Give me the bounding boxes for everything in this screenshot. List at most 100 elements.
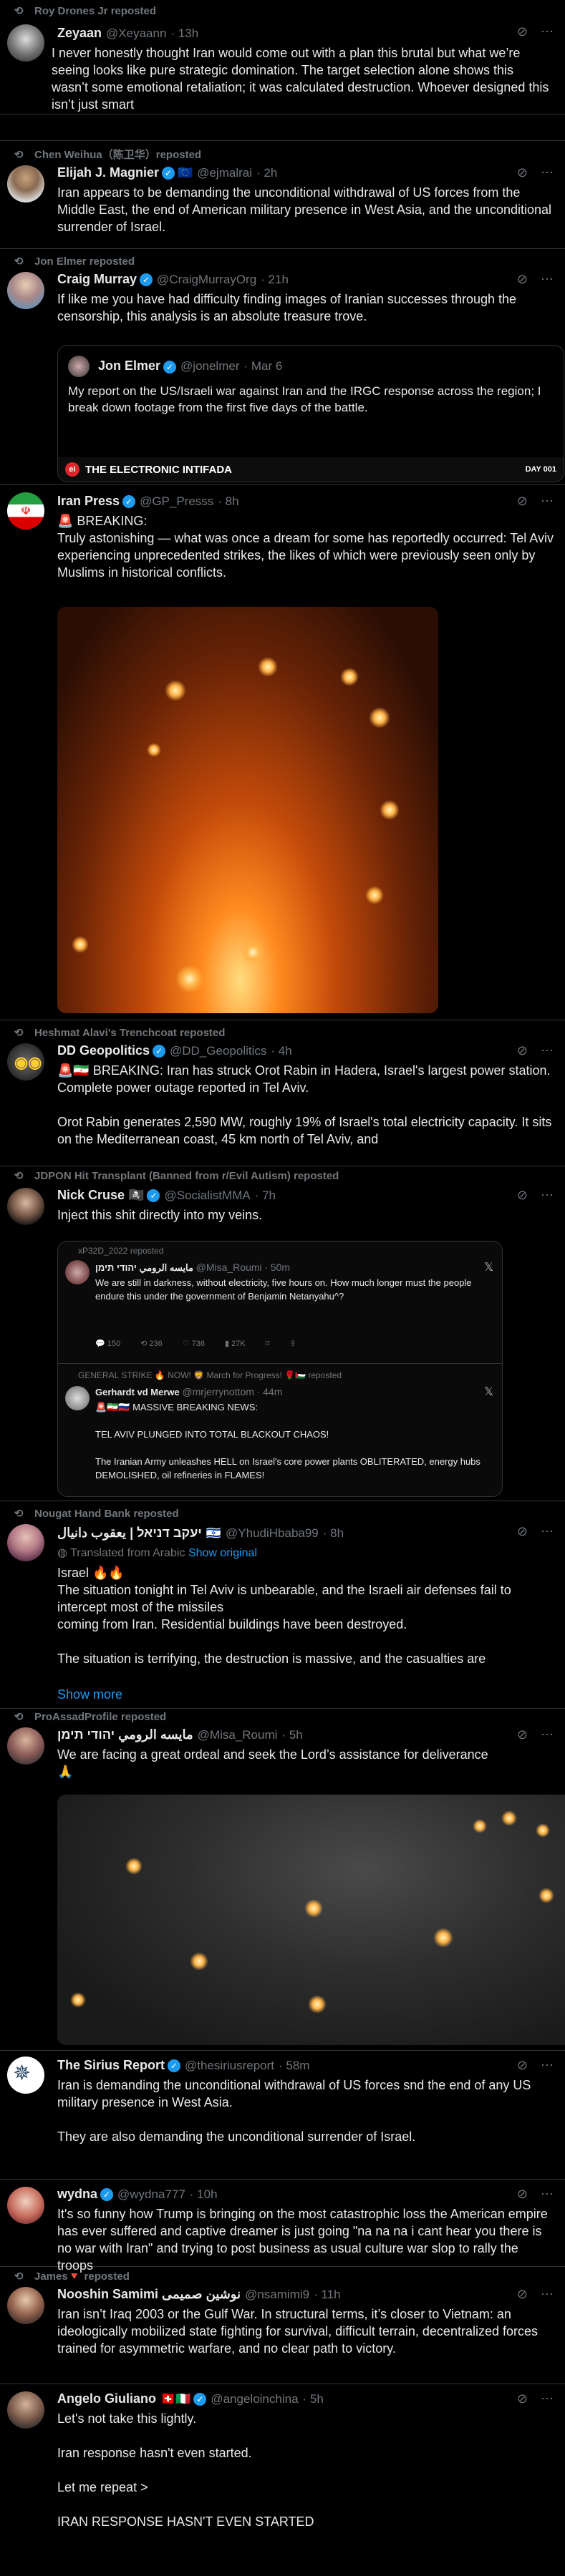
post-time[interactable]: · 58m <box>279 2059 309 2073</box>
author-name[interactable]: Nick Cruse 🏴‍☠️ <box>57 1188 144 1203</box>
author-handle[interactable]: @wydna777 <box>117 2187 185 2202</box>
author-name[interactable]: wydna <box>57 2187 97 2202</box>
avatar[interactable] <box>7 1188 44 1225</box>
post-time[interactable]: · 8h <box>218 494 238 509</box>
post-time[interactable]: · 4h <box>271 1044 291 1058</box>
author-handle[interactable]: @angeloinchina <box>211 2392 298 2406</box>
more-icon[interactable]: ⋯ <box>541 2058 554 2073</box>
verified-icon: ✓ <box>153 1044 166 1058</box>
grok-icon[interactable]: ⊘ <box>517 1043 528 1058</box>
post-time[interactable]: · 5h <box>303 2392 324 2406</box>
author-name[interactable]: DD Geopolitics <box>57 1043 150 1058</box>
author-handle[interactable]: @DD_Geopolitics <box>170 1044 266 1058</box>
repost-context: ⟲ JDPON Hit Transplant (Banned from r/Evi… <box>11 1169 339 1183</box>
author-name[interactable]: The Sirius Report <box>57 2058 165 2073</box>
post-time[interactable]: · 13h <box>170 26 198 41</box>
grok-icon[interactable]: ⊘ <box>517 1727 528 1742</box>
author-handle[interactable]: @thesiriusreport <box>185 2059 274 2073</box>
post-time[interactable]: · 2h <box>256 166 277 180</box>
more-icon[interactable]: ⋯ <box>541 1727 554 1742</box>
more-icon[interactable]: ⋯ <box>541 2187 554 2202</box>
post-actions: ⊘ ⋯ <box>517 1524 554 1539</box>
post[interactable]: ⟲ Jon Elmer reposted Craig Murray ✓ @CraigM… <box>0 249 565 485</box>
show-more-link[interactable]: Show more <box>57 1687 122 1702</box>
avatar[interactable] <box>7 1727 44 1765</box>
post-image[interactable] <box>57 1795 565 2045</box>
more-icon[interactable]: ⋯ <box>541 272 554 287</box>
more-icon[interactable]: ⋯ <box>541 1043 554 1058</box>
author-handle[interactable]: @ejmalrai <box>197 166 252 180</box>
grok-icon[interactable]: ⊘ <box>517 272 528 287</box>
post-actions: ⊘ ⋯ <box>517 24 554 39</box>
grok-icon[interactable]: ⊘ <box>517 2391 528 2406</box>
author-name[interactable]: مايسه الرومي יהודי תימן <box>57 1727 193 1742</box>
author-handle[interactable]: @Misa_Roumi <box>198 1728 278 1742</box>
show-original-link[interactable]: Show original <box>188 1547 257 1559</box>
post[interactable]: ⟲ JDPON Hit Transplant (Banned from r/Evi… <box>0 1166 565 1501</box>
author-handle[interactable]: @GP_Presss <box>140 494 213 509</box>
more-icon[interactable]: ⋯ <box>541 1524 554 1539</box>
author-name[interactable]: יעקב דניאל | يعقوب دانيال <box>57 1526 202 1541</box>
post[interactable]: ⟲ Chen Weihua（陈卫华）reposted Elijah J. Magn… <box>0 140 565 249</box>
more-icon[interactable]: ⋯ <box>541 494 554 509</box>
grok-icon[interactable]: ⊘ <box>517 2058 528 2073</box>
avatar[interactable] <box>7 2391 44 2429</box>
author-name[interactable]: Iran Press <box>57 494 120 509</box>
author-handle[interactable]: @nsamimi9 <box>245 2288 309 2302</box>
quoted-screenshot[interactable]: xP32D_2022 reposted مايسه الرومي יהודי ת… <box>57 1241 503 1497</box>
avatar[interactable] <box>7 165 44 203</box>
post[interactable]: Angelo Giuliano 🇨🇭🇮🇹 ✓ @angeloinchina · 5h ⊘… <box>0 2384 565 2576</box>
post[interactable]: ⟲ Nougat Hand Bank reposted יעקב דניאל | … <box>0 1501 565 1709</box>
quote-time: · Mar 6 <box>243 359 283 373</box>
author-handle[interactable]: @Xeyaann <box>106 26 166 41</box>
avatar[interactable] <box>7 272 44 309</box>
author-name[interactable]: Elijah J. Magnier <box>57 165 159 180</box>
grok-icon[interactable]: ⊘ <box>517 1188 528 1203</box>
more-icon[interactable]: ⋯ <box>541 24 554 39</box>
post-header: DD Geopolitics ✓ @DD_Geopolitics · 4h <box>57 1043 554 1058</box>
avatar[interactable]: ◉◉ <box>7 1043 44 1080</box>
embedded-text: We are still in darkness, without electr… <box>95 1277 472 1302</box>
author-name[interactable]: Craig Murray <box>57 272 137 287</box>
post-actions: ⊘ ⋯ <box>517 165 554 180</box>
avatar[interactable]: ☫ <box>7 492 44 530</box>
post[interactable]: ⟲ Roy Drones Jr reposted Zeyaan @Xeyaann · … <box>0 0 565 114</box>
post[interactable]: ✵ The Sirius Report ✓ @thesiriusreport · 58… <box>0 2051 565 2180</box>
post-time[interactable]: · 7h <box>255 1189 276 1203</box>
post-time[interactable]: · 5h <box>281 1728 302 1742</box>
post[interactable]: ⟲ Heshmat Alavi's Trenchcoat reposted ◉◉ … <box>0 1020 565 1166</box>
author-name[interactable]: Zeyaan <box>57 26 102 41</box>
grok-icon[interactable]: ⊘ <box>517 165 528 180</box>
post[interactable]: ☫ Iran Press ✓ @GP_Presss · 8h ⊘ ⋯ 🚨 BREAKIN… <box>0 485 565 1020</box>
more-icon[interactable]: ⋯ <box>541 2391 554 2406</box>
post-time[interactable]: · 11h <box>314 2288 341 2302</box>
more-icon[interactable]: ⋯ <box>541 165 554 180</box>
grok-icon[interactable]: ⊘ <box>517 2187 528 2202</box>
grok-icon[interactable]: ⊘ <box>517 494 528 509</box>
avatar[interactable] <box>7 2287 44 2324</box>
avatar[interactable] <box>7 2187 44 2224</box>
grok-icon[interactable]: ⊘ <box>517 2287 528 2302</box>
post-image[interactable] <box>57 607 438 1013</box>
post[interactable]: ⟲ ProAssadProfile reposted مايسه الرومي י… <box>0 1709 565 2051</box>
post[interactable]: wydna ✓ @wydna777 · 10h ⊘ ⋯ It's so funny ho… <box>0 2180 565 2273</box>
post-time[interactable]: · 10h <box>190 2187 218 2202</box>
author-name[interactable]: Nooshin Samimi نوشین صمیمی <box>57 2287 241 2302</box>
more-icon[interactable]: ⋯ <box>541 1188 554 1203</box>
author-handle[interactable]: @CraigMurrayOrg <box>157 273 256 287</box>
missile-light <box>365 886 384 904</box>
grok-icon[interactable]: ⊘ <box>517 1524 528 1539</box>
quoted-post[interactable]: Jon Elmer ✓ @jonelmer · Mar 6 My report on … <box>57 345 564 482</box>
post-time[interactable]: · 21h <box>261 273 289 287</box>
post[interactable]: ⟲ James🔻 reposted Nooshin Samimi نوشین صم… <box>0 2267 565 2384</box>
avatar[interactable] <box>7 24 44 62</box>
author-handle[interactable]: @YhudiHbaba99 <box>226 1526 319 1541</box>
more-icon[interactable]: ⋯ <box>541 2287 554 2302</box>
avatar[interactable] <box>7 1524 44 1561</box>
grok-icon[interactable]: ⊘ <box>517 24 528 39</box>
post-time[interactable]: · 8h <box>323 1526 344 1541</box>
author-name[interactable]: Angelo Giuliano <box>57 2391 156 2406</box>
author-handle[interactable]: @SocialistMMA <box>164 1189 250 1203</box>
post-header: Elijah J. Magnier ✓ 🇪🇺 @ejmalrai · 2h <box>57 165 554 180</box>
avatar[interactable]: ✵ <box>7 2057 44 2094</box>
